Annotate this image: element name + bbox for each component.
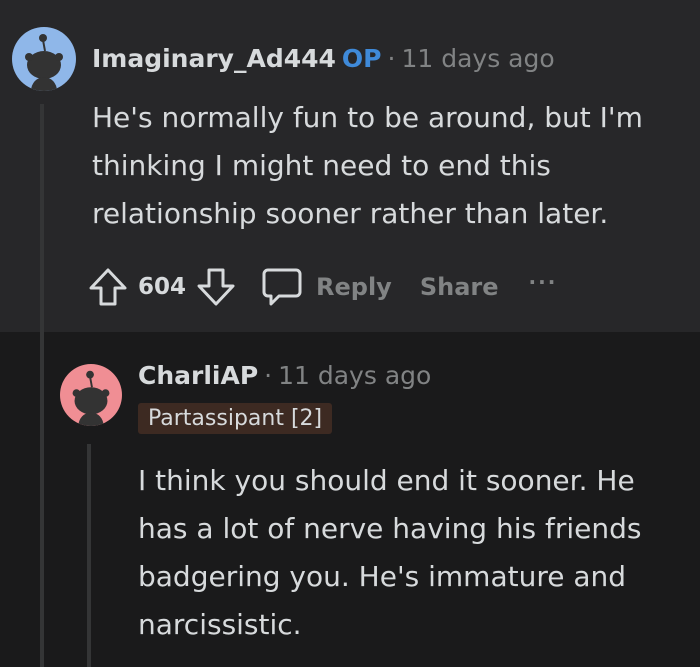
timestamp[interactable]: 11 days ago xyxy=(401,44,554,73)
comment-line: relationship sooner rather than later. xyxy=(92,197,609,230)
comment-line: badgering you. He's immature and xyxy=(138,560,627,593)
username[interactable]: Imaginary_Ad444 xyxy=(92,44,336,73)
username[interactable]: CharliAP xyxy=(138,361,258,390)
snoo-icon xyxy=(72,370,110,426)
comment-bubble-icon xyxy=(262,268,302,306)
timestamp[interactable]: 11 days ago xyxy=(278,361,431,390)
reply-button[interactable]: Reply xyxy=(260,265,392,309)
upvote-icon[interactable] xyxy=(86,265,130,309)
comment-body: He's normally fun to be around, but I'm … xyxy=(92,94,643,238)
thread-line[interactable] xyxy=(40,332,44,667)
user-flair: Partassipant [2] xyxy=(138,403,333,434)
comment-line: I think you should end it sooner. He xyxy=(138,464,635,497)
comment-line: narcissistic. xyxy=(138,608,302,641)
avatar[interactable] xyxy=(12,27,76,91)
comment-line: thinking I might need to end this xyxy=(92,149,551,182)
avatar[interactable] xyxy=(60,364,122,426)
comment-meta: CharliAP · 11 days ago xyxy=(138,361,431,390)
op-badge: OP xyxy=(341,44,382,73)
vote-score: 604 xyxy=(138,274,187,300)
separator: · xyxy=(264,361,273,390)
thread-line[interactable] xyxy=(87,444,91,667)
more-options-icon[interactable]: ··· xyxy=(529,270,558,294)
comment-line: He's normally fun to be around, but I'm xyxy=(92,101,643,134)
comment-line: has a lot of nerve having his friends xyxy=(138,512,642,545)
separator: · xyxy=(387,44,396,73)
thread-line[interactable] xyxy=(40,104,44,332)
downvote-icon[interactable] xyxy=(194,265,238,309)
share-button[interactable]: Share xyxy=(420,273,499,301)
reply-label: Reply xyxy=(316,273,392,301)
comment-body: I think you should end it sooner. He has… xyxy=(138,457,641,649)
comment-op: Imaginary_Ad444 OP · 11 days ago He's norma… xyxy=(0,0,700,332)
comment-actions: 604 Reply Share ··· xyxy=(86,262,557,312)
snoo-icon xyxy=(25,34,63,91)
comment-meta: Imaginary_Ad444 OP · 11 days ago xyxy=(92,44,555,73)
